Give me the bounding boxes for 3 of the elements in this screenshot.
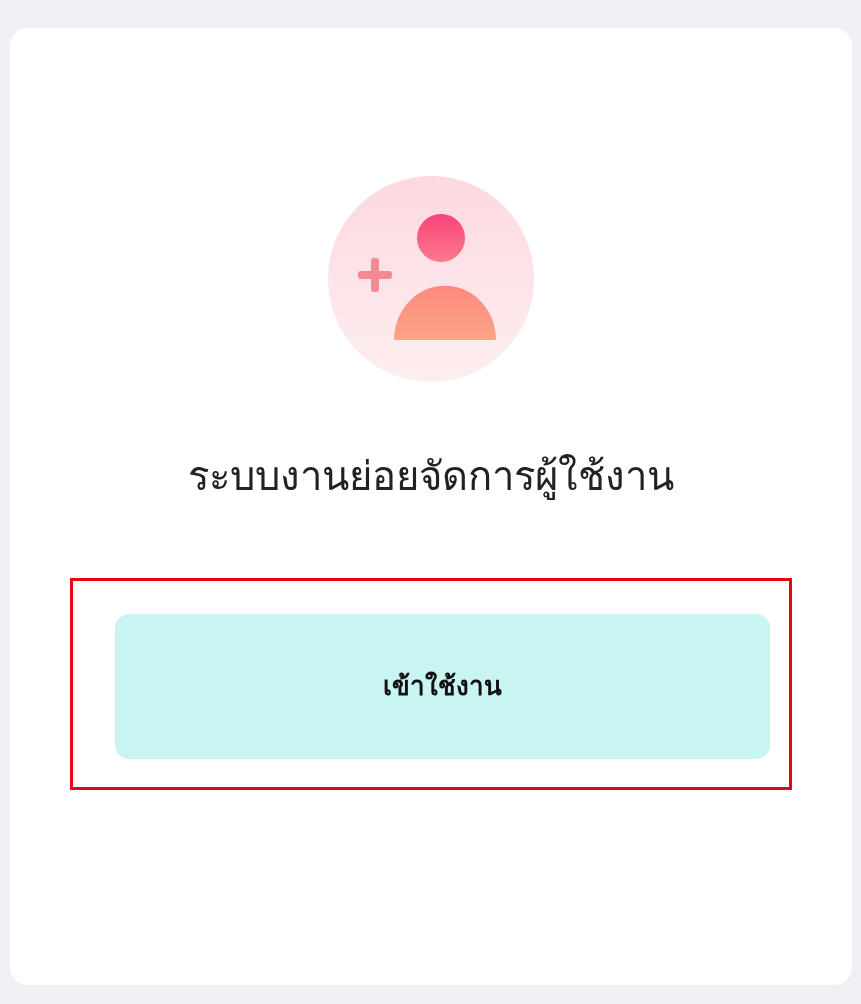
add-user-icon — [328, 176, 534, 382]
enter-button[interactable]: เข้าใช้งาน — [115, 614, 770, 759]
card-title: ระบบงานย่อยจัดการผู้ใช้งาน — [187, 452, 675, 502]
